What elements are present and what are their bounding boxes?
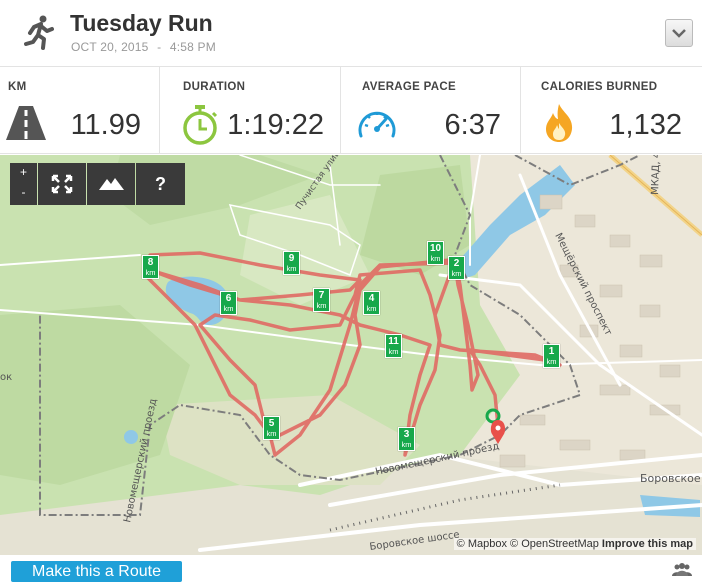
km-marker[interactable]: 1 km [543, 344, 560, 368]
km-marker[interactable]: 8 km [142, 255, 159, 279]
stat-calories: CALORIES BURNED 1,132 [521, 67, 702, 154]
stat-value: 1,132 [609, 109, 682, 141]
make-route-button[interactable]: Make this a Route [11, 561, 182, 582]
speedometer-icon [358, 111, 396, 138]
mountain-icon [99, 178, 124, 190]
km-marker[interactable]: 11 km [385, 334, 402, 358]
chevron-down-icon [672, 29, 686, 38]
stats-bar: KM 11.99 DURATION 1:19:22 AVERAGE PACE 6… [0, 66, 702, 154]
activity-date: OCT 20, 2015 [71, 40, 149, 54]
stat-value: 11.99 [70, 109, 141, 141]
activity-datetime: OCT 20, 2015 - 4:58 PM [71, 40, 216, 54]
stat-label: CALORIES BURNED [541, 81, 658, 93]
improve-map-link[interactable]: Improve this map [602, 538, 693, 550]
osm-link[interactable]: © OpenStreetMap [510, 538, 599, 550]
zoom-controls: + - [10, 163, 37, 205]
help-label: ? [155, 174, 166, 194]
km-marker[interactable]: 5 km [263, 416, 280, 440]
street-label: Боровское [640, 472, 701, 485]
km-marker[interactable]: 2 km [448, 256, 465, 280]
map-tiles: Пучистая улица Мещёрский проспект Новоме… [0, 155, 702, 555]
stat-label: AVERAGE PACE [362, 81, 456, 93]
km-marker[interactable]: 7 km [313, 288, 330, 312]
stat-duration: DURATION 1:19:22 [160, 67, 341, 154]
terrain-button[interactable] [87, 163, 135, 205]
km-marker[interactable]: 6 km [220, 291, 237, 315]
zoom-in-button[interactable]: + [10, 165, 37, 179]
stat-value: 1:19:22 [227, 109, 324, 141]
street-label: ок [0, 372, 12, 383]
stat-value: 6:37 [444, 109, 501, 141]
page-title: Tuesday Run [70, 10, 213, 36]
people-icon[interactable] [672, 563, 692, 577]
help-button[interactable]: ? [136, 163, 185, 205]
fullscreen-button[interactable] [38, 163, 86, 205]
stopwatch-icon [183, 105, 218, 145]
stat-label: KM [8, 81, 27, 93]
stat-label: DURATION [183, 81, 246, 93]
zoom-out-button[interactable]: - [10, 185, 37, 199]
route-map[interactable]: Пучистая улица Мещёрский проспект Новоме… [0, 155, 702, 555]
mapbox-link[interactable]: © Mapbox [457, 538, 507, 550]
runner-icon [24, 15, 54, 50]
stat-pace: AVERAGE PACE 6:37 [341, 67, 521, 154]
km-marker[interactable]: 10 km [427, 241, 444, 265]
km-marker[interactable]: 4 km [363, 291, 380, 315]
options-dropdown-button[interactable] [665, 19, 693, 47]
road-icon [6, 106, 46, 140]
fullscreen-icon [51, 174, 73, 194]
map-attribution: © Mapbox © OpenStreetMap Improve this ma… [453, 538, 696, 550]
flame-icon [546, 104, 573, 142]
km-marker[interactable]: 3 km [398, 427, 415, 451]
activity-time: 4:58 PM [169, 40, 216, 54]
stat-distance: KM 11.99 [0, 67, 160, 154]
date-separator: - [157, 40, 162, 54]
activity-header: Tuesday Run OCT 20, 2015 - 4:58 PM [0, 0, 702, 66]
footer-bar: Make this a Route [0, 555, 702, 585]
km-marker[interactable]: 9 km [283, 251, 300, 275]
